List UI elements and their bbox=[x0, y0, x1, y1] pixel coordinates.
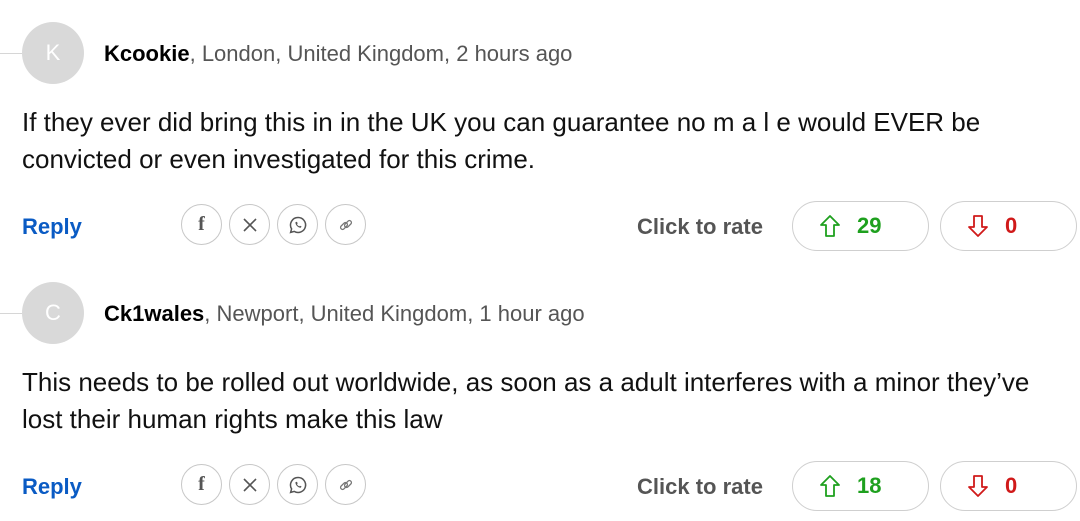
share-whatsapp-button[interactable] bbox=[277, 204, 318, 245]
avatar: C bbox=[22, 282, 84, 344]
rate-label: Click to rate bbox=[637, 214, 763, 239]
facebook-icon: f bbox=[198, 473, 205, 495]
comment-location-time: , Newport, United Kingdom, 1 hour ago bbox=[204, 301, 585, 326]
comment-text: This needs to be rolled out worldwide, a… bbox=[22, 367, 1030, 434]
rate-label: Click to rate bbox=[637, 474, 763, 499]
whatsapp-icon bbox=[289, 476, 306, 493]
avatar: K bbox=[22, 22, 84, 84]
share-link-button[interactable] bbox=[325, 204, 366, 245]
comment-meta: Ck1wales, Newport, United Kingdom, 1 hou… bbox=[104, 301, 585, 327]
upvote-count: 18 bbox=[857, 473, 882, 498]
reply-button[interactable]: Reply bbox=[22, 214, 82, 240]
comment-item: C Ck1wales, Newport, United Kingdom, 1 h… bbox=[0, 260, 1080, 520]
upvote-count: 29 bbox=[857, 213, 882, 238]
share-facebook-button[interactable]: f bbox=[181, 464, 222, 505]
link-icon bbox=[339, 219, 352, 230]
share-x-button[interactable] bbox=[229, 464, 270, 505]
thread-line bbox=[0, 53, 22, 54]
reply-button[interactable]: Reply bbox=[22, 474, 82, 500]
downvote-count: 0 bbox=[1005, 473, 1018, 498]
upvote-button[interactable]: 18 bbox=[792, 461, 929, 511]
whatsapp-icon bbox=[289, 216, 306, 233]
comment-meta: Kcookie, London, United Kingdom, 2 hours… bbox=[104, 41, 572, 67]
downvote-count: 0 bbox=[1005, 213, 1018, 238]
comment-location-time: , London, United Kingdom, 2 hours ago bbox=[189, 41, 573, 66]
share-whatsapp-button[interactable] bbox=[277, 464, 318, 505]
arrow-down-icon bbox=[968, 475, 988, 497]
share-x-button[interactable] bbox=[229, 204, 270, 245]
link-icon bbox=[339, 479, 352, 490]
x-icon bbox=[242, 217, 257, 232]
share-link-button[interactable] bbox=[325, 464, 366, 505]
share-buttons: f bbox=[181, 204, 366, 245]
thread-line bbox=[0, 313, 22, 314]
arrow-up-icon bbox=[820, 215, 840, 237]
comment-item: K Kcookie, London, United Kingdom, 2 hou… bbox=[0, 0, 1080, 260]
downvote-button[interactable]: 0 bbox=[940, 461, 1077, 511]
arrow-down-icon bbox=[968, 215, 988, 237]
share-buttons: f bbox=[181, 464, 366, 505]
comment-username[interactable]: Kcookie bbox=[104, 41, 190, 66]
downvote-button[interactable]: 0 bbox=[940, 201, 1077, 251]
comment-text: If they ever did bring this in in the UK… bbox=[22, 107, 981, 174]
share-facebook-button[interactable]: f bbox=[181, 204, 222, 245]
upvote-button[interactable]: 29 bbox=[792, 201, 929, 251]
facebook-icon: f bbox=[198, 213, 205, 235]
comment-username[interactable]: Ck1wales bbox=[104, 301, 204, 326]
arrow-up-icon bbox=[820, 475, 840, 497]
x-icon bbox=[242, 477, 257, 492]
